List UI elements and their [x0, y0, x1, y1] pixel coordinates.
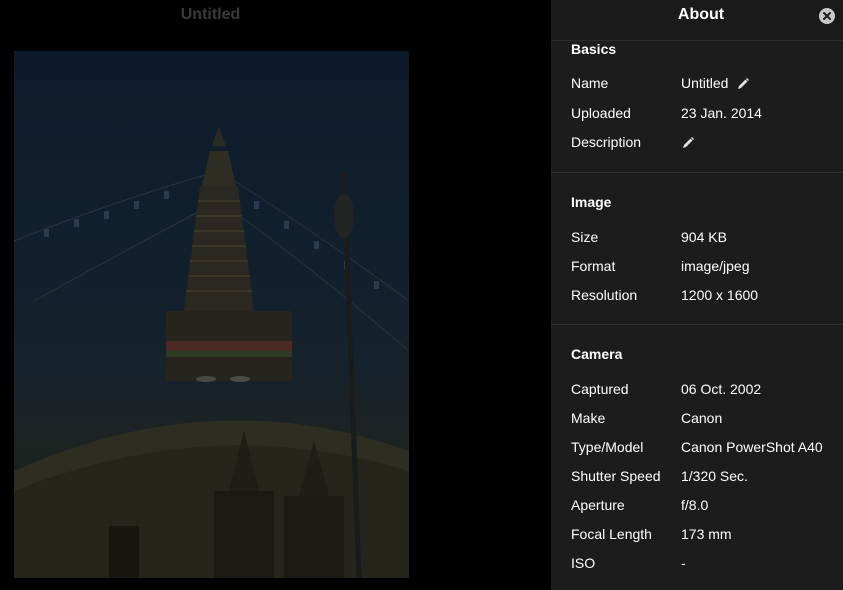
shutter-row: Shutter Speed 1/320 Sec.: [571, 466, 843, 486]
panel-header: About: [551, 0, 843, 41]
name-value-wrap: Untitled: [681, 73, 750, 93]
basics-section: Basics Name Untitled Uploaded 23 Jan. 20…: [551, 41, 843, 173]
camera-section-title: Camera: [571, 346, 623, 362]
edit-description-pencil-icon[interactable]: [681, 136, 695, 150]
format-row: Format image/jpeg: [571, 256, 843, 276]
name-value: Untitled: [681, 75, 729, 91]
model-value: Canon PowerShot A40: [681, 439, 823, 455]
resolution-row: Resolution 1200 x 1600: [571, 285, 843, 305]
iso-row: ISO -: [571, 553, 843, 573]
close-button[interactable]: [819, 8, 835, 24]
image-section-title: Image: [571, 194, 612, 210]
shutter-label: Shutter Speed: [571, 468, 661, 484]
uploaded-label: Uploaded: [571, 105, 631, 121]
aperture-row: Aperture f/8.0: [571, 495, 843, 515]
edit-name-pencil-icon[interactable]: [736, 77, 750, 91]
focal-length-row: Focal Length 173 mm: [571, 524, 843, 544]
photo-viewer: Untitled: [0, 0, 551, 590]
uploaded-value: 23 Jan. 2014: [681, 105, 762, 121]
make-label: Make: [571, 410, 606, 426]
camera-section: Camera Captured 06 Oct. 2002 Make Canon …: [551, 325, 843, 590]
iso-value: -: [681, 555, 686, 571]
captured-value: 06 Oct. 2002: [681, 381, 762, 397]
description-value-wrap: [681, 132, 695, 152]
resolution-label: Resolution: [571, 287, 638, 303]
focal-length-value: 173 mm: [681, 526, 732, 542]
make-value: Canon: [681, 410, 723, 426]
resolution-value: 1200 x 1600: [681, 287, 759, 303]
model-label: Type/Model: [571, 439, 644, 455]
size-row: Size 904 KB: [571, 227, 843, 247]
close-icon: [823, 12, 831, 20]
basics-section-title: Basics: [571, 41, 617, 57]
photo-title: Untitled: [180, 6, 241, 23]
aperture-value: f/8.0: [681, 497, 709, 513]
uploaded-row: Uploaded 23 Jan. 2014: [571, 103, 843, 123]
image-section: Image Size 904 KB Format image/jpeg Reso…: [551, 173, 843, 325]
photo-image[interactable]: [14, 51, 409, 578]
make-row: Make Canon: [571, 408, 843, 428]
name-label: Name: [571, 75, 609, 91]
description-label: Description: [571, 134, 642, 150]
model-row: Type/Model Canon PowerShot A40: [571, 437, 843, 457]
description-row: Description: [571, 132, 843, 152]
aperture-label: Aperture: [571, 497, 625, 513]
about-panel: About Basics Name Untitled Uploaded 23 J…: [551, 0, 843, 590]
iso-label: ISO: [571, 555, 596, 571]
captured-label: Captured: [571, 381, 629, 397]
format-value: image/jpeg: [681, 258, 750, 274]
name-row: Name Untitled: [571, 73, 843, 93]
shutter-value: 1/320 Sec.: [681, 468, 748, 484]
focal-length-label: Focal Length: [571, 526, 652, 542]
size-value: 904 KB: [681, 229, 727, 245]
size-label: Size: [571, 229, 599, 245]
stupa-photo-illustration: [14, 126, 409, 578]
format-label: Format: [571, 258, 616, 274]
captured-row: Captured 06 Oct. 2002: [571, 379, 843, 399]
panel-title: About: [677, 6, 725, 23]
